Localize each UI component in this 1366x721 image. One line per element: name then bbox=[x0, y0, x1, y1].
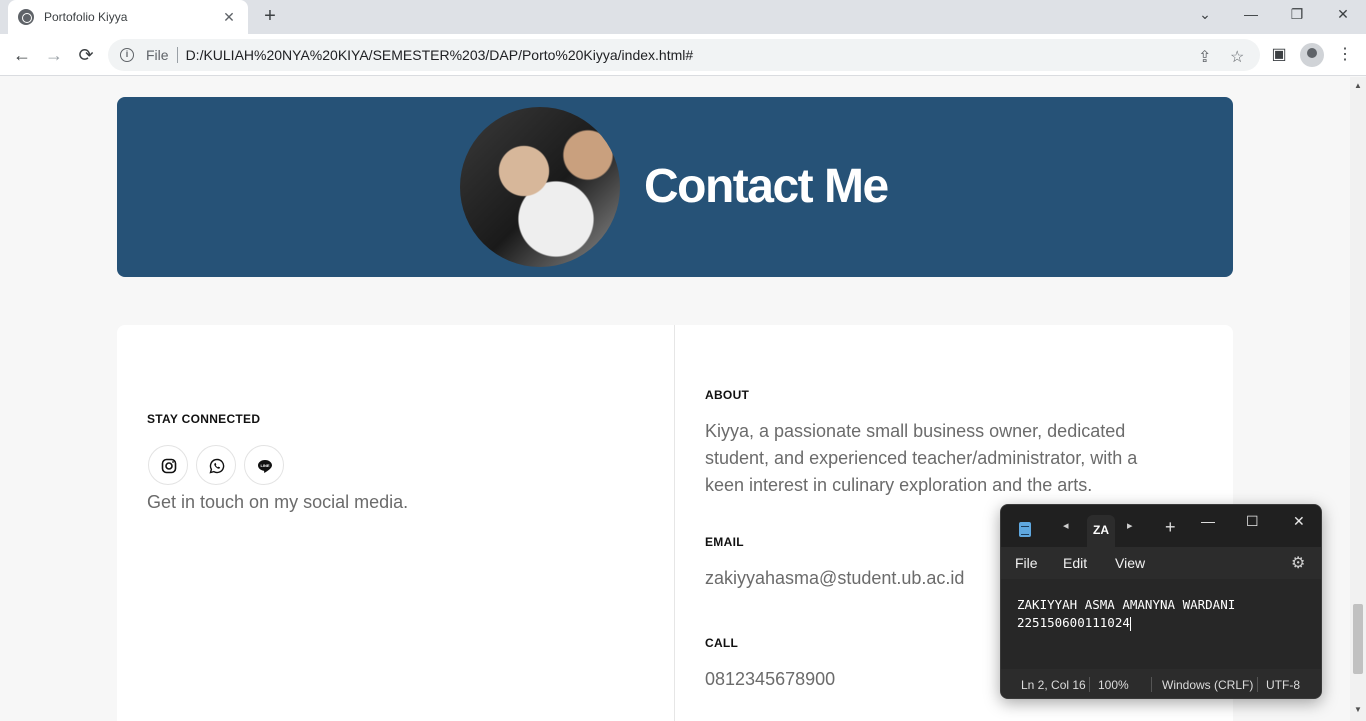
share-icon[interactable]: ⇪ bbox=[1198, 47, 1211, 67]
close-tab-icon[interactable]: ✕ bbox=[220, 9, 238, 26]
back-icon[interactable]: ← bbox=[10, 43, 34, 67]
notepad-app-icon bbox=[1019, 522, 1031, 537]
scroll-down-icon[interactable]: ▼ bbox=[1353, 705, 1363, 714]
forward-icon[interactable]: → bbox=[42, 43, 66, 67]
restore-window-button[interactable]: ❐ bbox=[1283, 6, 1311, 26]
status-separator bbox=[1257, 677, 1258, 692]
settings-gear-icon[interactable]: ⚙ bbox=[1291, 553, 1305, 573]
notepad-close-button[interactable]: ✕ bbox=[1293, 513, 1305, 530]
tab-search-icon[interactable]: ⌄ bbox=[1191, 6, 1219, 26]
menu-edit[interactable]: Edit bbox=[1063, 555, 1087, 571]
email-value[interactable]: zakiyyahasma@student.ub.ac.id bbox=[705, 565, 964, 592]
status-separator bbox=[1151, 677, 1152, 692]
browser-toolbar: ← → ⟳ i File D:/KULIAH%20NYA%20KIYA/SEME… bbox=[0, 34, 1366, 76]
url-text[interactable]: D:/KULIAH%20NYA%20KIYA/SEMESTER%203/DAP/… bbox=[186, 47, 694, 63]
contact-hero-banner: Contact Me bbox=[117, 97, 1233, 277]
scroll-tabs-right-icon[interactable]: ▸ bbox=[1127, 519, 1133, 532]
notepad-minimize-button[interactable]: — bbox=[1201, 513, 1215, 529]
browser-menu-icon[interactable]: ⋮ bbox=[1334, 44, 1356, 66]
line-icon: LINE bbox=[258, 460, 272, 473]
status-separator bbox=[1089, 677, 1090, 692]
menu-file[interactable]: File bbox=[1015, 555, 1038, 571]
about-text: Kiyya, a passionate small business owner… bbox=[705, 421, 1138, 495]
cursor-position: Ln 2, Col 16 bbox=[1021, 678, 1086, 692]
editor-line-2: 225150600111024 bbox=[1017, 615, 1130, 630]
notepad-text-area[interactable]: ZAKIYYAH ASMA AMANYNA WARDANI 2251506001… bbox=[1001, 579, 1321, 669]
call-value[interactable]: 0812345678900 bbox=[705, 666, 835, 693]
menu-view[interactable]: View bbox=[1115, 555, 1145, 571]
site-info-icon[interactable]: i bbox=[120, 48, 134, 62]
editor-line-1: ZAKIYYAH ASMA AMANYNA WARDANI bbox=[1017, 597, 1236, 612]
call-heading: CALL bbox=[705, 636, 739, 650]
about-heading: ABOUT bbox=[705, 388, 750, 402]
line-ending: Windows (CRLF) bbox=[1162, 678, 1254, 692]
profile-photo bbox=[460, 107, 620, 267]
reload-icon[interactable]: ⟳ bbox=[74, 43, 98, 67]
notepad-window[interactable]: ◂ ZA ▸ + — ☐ ✕ File Edit View ⚙ ZAKIYYAH… bbox=[1000, 504, 1322, 699]
tab-title: Portofolio Kiyya bbox=[44, 10, 128, 24]
encoding: UTF-8 bbox=[1266, 678, 1300, 692]
new-tab-button[interactable]: + bbox=[258, 6, 282, 28]
whatsapp-icon bbox=[209, 458, 225, 474]
url-scheme-label: File bbox=[146, 47, 178, 63]
side-panel-icon[interactable]: ▣ bbox=[1268, 44, 1290, 66]
whatsapp-button[interactable] bbox=[196, 445, 236, 485]
stay-connected-heading: STAY CONNECTED bbox=[147, 412, 261, 426]
text-caret bbox=[1129, 616, 1131, 631]
instagram-button[interactable] bbox=[148, 445, 188, 485]
notepad-maximize-button[interactable]: ☐ bbox=[1246, 513, 1259, 530]
zoom-level: 100% bbox=[1098, 678, 1129, 692]
email-heading: EMAIL bbox=[705, 535, 744, 549]
page-title: Contact Me bbox=[644, 160, 889, 213]
profile-avatar-icon[interactable] bbox=[1300, 43, 1324, 67]
tab-strip: Portofolio Kiyya ✕ + ⌄ — ❐ ✕ bbox=[0, 0, 1366, 34]
bookmark-star-icon[interactable]: ☆ bbox=[1230, 47, 1244, 67]
notepad-tab[interactable]: ZA bbox=[1087, 515, 1115, 547]
notepad-menubar: File Edit View ⚙ bbox=[1001, 547, 1321, 579]
svg-text:LINE: LINE bbox=[260, 463, 269, 468]
close-window-button[interactable]: ✕ bbox=[1329, 6, 1357, 26]
minimize-window-button[interactable]: — bbox=[1237, 6, 1265, 26]
column-divider bbox=[674, 325, 675, 721]
social-caption: Get in touch on my social media. bbox=[147, 492, 409, 512]
notepad-statusbar: Ln 2, Col 16 100% Windows (CRLF) UTF-8 bbox=[1001, 669, 1321, 698]
instagram-icon bbox=[161, 458, 177, 474]
address-bar[interactable]: i File D:/KULIAH%20NYA%20KIYA/SEMESTER%2… bbox=[108, 39, 1260, 71]
line-button[interactable]: LINE bbox=[244, 445, 284, 485]
globe-icon bbox=[18, 9, 34, 25]
notepad-titlebar[interactable]: ◂ ZA ▸ + — ☐ ✕ bbox=[1001, 505, 1321, 547]
scrollbar-thumb[interactable] bbox=[1353, 604, 1363, 674]
page-scrollbar[interactable]: ▲ ▼ bbox=[1350, 77, 1366, 721]
scroll-tabs-left-icon[interactable]: ◂ bbox=[1063, 519, 1069, 532]
scroll-up-icon[interactable]: ▲ bbox=[1353, 81, 1363, 90]
browser-tab[interactable]: Portofolio Kiyya ✕ bbox=[8, 0, 248, 34]
notepad-new-tab-button[interactable]: + bbox=[1165, 517, 1176, 538]
